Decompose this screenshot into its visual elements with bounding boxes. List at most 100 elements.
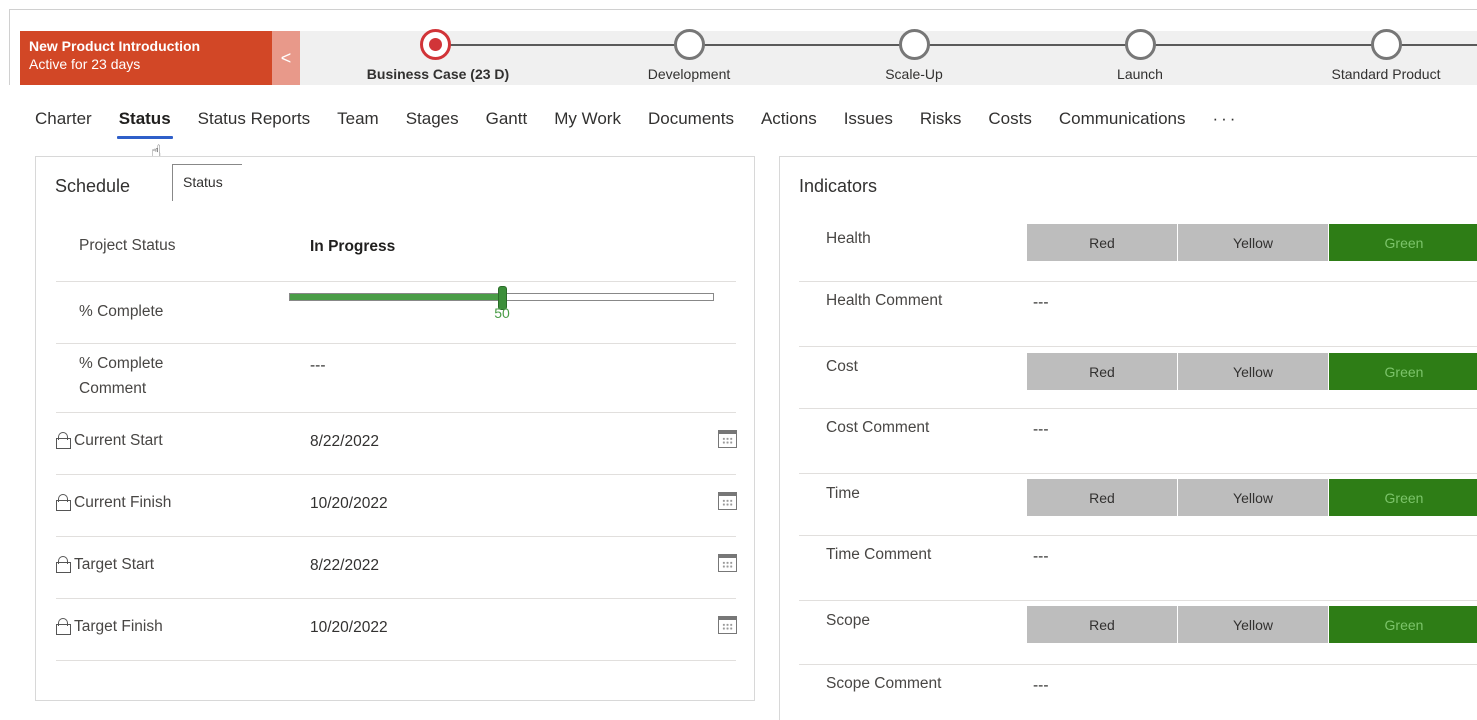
cost-comment-value[interactable]: --- bbox=[1033, 421, 1049, 439]
stage-node-launch[interactable] bbox=[1125, 29, 1156, 60]
current-start-label-text: Current Start bbox=[74, 432, 163, 449]
percent-comment-row: % Complete Comment --- bbox=[56, 344, 736, 413]
indicators-section: Indicators Health Red Yellow Green Healt… bbox=[779, 156, 1477, 720]
project-status-row: Project Status In Progress bbox=[56, 219, 736, 282]
health-option-yellow[interactable]: Yellow bbox=[1178, 224, 1328, 261]
scope-comment-value[interactable]: --- bbox=[1033, 677, 1049, 695]
health-comment-value[interactable]: --- bbox=[1033, 294, 1049, 312]
tab-status-reports[interactable]: Status Reports bbox=[198, 109, 310, 129]
process-name: New Product Introduction bbox=[29, 38, 201, 54]
stage-label-scale-up[interactable]: Scale-Up bbox=[885, 66, 943, 82]
tab-documents[interactable]: Documents bbox=[648, 109, 734, 129]
scope-toggle: Red Yellow Green bbox=[1027, 606, 1477, 643]
process-header[interactable]: New Product Introduction Active for 23 d… bbox=[20, 31, 272, 85]
tab-risks[interactable]: Risks bbox=[920, 109, 962, 129]
business-process-flow: New Product Introduction Active for 23 d… bbox=[9, 9, 1477, 85]
lock-icon bbox=[56, 618, 71, 635]
tab-actions[interactable]: Actions bbox=[761, 109, 817, 129]
time-toggle: Red Yellow Green bbox=[1027, 479, 1477, 516]
slider-value: 50 bbox=[494, 305, 510, 321]
stage-label-standard-product[interactable]: Standard Product bbox=[1332, 66, 1441, 82]
cost-option-yellow[interactable]: Yellow bbox=[1178, 353, 1328, 390]
stage-label-business-case[interactable]: Business Case (23 D) bbox=[367, 66, 509, 82]
stage-node-scale-up[interactable] bbox=[899, 29, 930, 60]
scope-comment-label: Scope Comment bbox=[826, 675, 942, 692]
cost-row: Cost Red Yellow Green bbox=[799, 347, 1477, 409]
current-finish-value[interactable]: 10/20/2022 bbox=[310, 495, 388, 513]
stage-node-business-case[interactable] bbox=[420, 29, 451, 60]
cost-comment-row: Cost Comment --- bbox=[799, 409, 1477, 474]
more-tabs-icon[interactable]: ··· bbox=[1212, 109, 1238, 129]
time-row: Time Red Yellow Green bbox=[799, 474, 1477, 536]
stage-label-launch[interactable]: Launch bbox=[1117, 66, 1163, 82]
health-comment-row: Health Comment --- bbox=[799, 282, 1477, 347]
time-option-green[interactable]: Green bbox=[1329, 479, 1477, 516]
scope-label: Scope bbox=[826, 612, 870, 629]
percent-comment-label-2: Comment bbox=[79, 380, 147, 397]
target-start-label-text: Target Start bbox=[74, 556, 155, 573]
indicators-title: Indicators bbox=[799, 176, 878, 196]
calendar-icon[interactable] bbox=[718, 492, 737, 510]
target-start-value[interactable]: 8/22/2022 bbox=[310, 557, 379, 575]
percent-comment-value[interactable]: --- bbox=[310, 357, 326, 375]
health-toggle: Red Yellow Green bbox=[1027, 224, 1477, 261]
tab-costs[interactable]: Costs bbox=[988, 109, 1031, 129]
stage-connector-line bbox=[446, 44, 1477, 46]
target-finish-label-text: Target Finish bbox=[74, 618, 163, 635]
current-start-value[interactable]: 8/22/2022 bbox=[310, 433, 379, 451]
time-option-yellow[interactable]: Yellow bbox=[1178, 479, 1328, 516]
tab-my-work[interactable]: My Work bbox=[554, 109, 621, 129]
slider-fill bbox=[290, 294, 502, 300]
tab-issues[interactable]: Issues bbox=[844, 109, 893, 129]
scope-comment-row: Scope Comment --- bbox=[799, 665, 1477, 720]
time-option-red[interactable]: Red bbox=[1027, 479, 1177, 516]
process-active-duration: Active for 23 days bbox=[29, 56, 141, 72]
time-label: Time bbox=[826, 485, 860, 502]
stage-label-development[interactable]: Development bbox=[648, 66, 731, 82]
time-comment-value[interactable]: --- bbox=[1033, 548, 1049, 566]
time-comment-label: Time Comment bbox=[826, 546, 932, 563]
scope-option-green[interactable]: Green bbox=[1329, 606, 1477, 643]
target-finish-row: Target Finish 10/20/2022 bbox=[56, 599, 737, 661]
target-start-row: Target Start 8/22/2022 bbox=[56, 537, 737, 599]
schedule-section: Schedule Status Project Status In Progre… bbox=[35, 156, 755, 701]
stage-node-standard-product[interactable] bbox=[1371, 29, 1402, 60]
tab-gantt[interactable]: Gantt bbox=[486, 109, 528, 129]
current-start-label: Current Start bbox=[56, 429, 163, 453]
target-finish-label: Target Finish bbox=[56, 615, 163, 639]
tab-stages[interactable]: Stages bbox=[406, 109, 459, 129]
calendar-icon[interactable] bbox=[718, 554, 737, 572]
health-row: Health Red Yellow Green bbox=[799, 219, 1477, 282]
target-finish-value[interactable]: 10/20/2022 bbox=[310, 619, 388, 637]
health-option-red[interactable]: Red bbox=[1027, 224, 1177, 261]
cost-label: Cost bbox=[826, 358, 858, 375]
percent-complete-slider[interactable] bbox=[289, 286, 714, 310]
health-option-green[interactable]: Green bbox=[1329, 224, 1477, 261]
calendar-icon[interactable] bbox=[718, 430, 737, 448]
tab-team[interactable]: Team bbox=[337, 109, 379, 129]
current-finish-label-text: Current Finish bbox=[74, 494, 172, 511]
tab-charter[interactable]: Charter bbox=[35, 109, 92, 129]
stage-node-development[interactable] bbox=[674, 29, 705, 60]
tab-status[interactable]: Status bbox=[116, 109, 173, 139]
scope-option-red[interactable]: Red bbox=[1027, 606, 1177, 643]
project-status-value[interactable]: In Progress bbox=[310, 238, 395, 256]
cost-option-red[interactable]: Red bbox=[1027, 353, 1177, 390]
percent-comment-label-1: % Complete bbox=[79, 355, 164, 372]
lock-icon bbox=[56, 432, 71, 449]
current-start-row: Current Start 8/22/2022 bbox=[56, 413, 737, 475]
cost-option-green[interactable]: Green bbox=[1329, 353, 1477, 390]
cost-comment-label: Cost Comment bbox=[826, 419, 930, 436]
scope-option-yellow[interactable]: Yellow bbox=[1178, 606, 1328, 643]
current-finish-row: Current Finish 10/20/2022 bbox=[56, 475, 737, 537]
project-status-label: Project Status bbox=[79, 237, 176, 254]
tab-communications[interactable]: Communications bbox=[1059, 109, 1186, 129]
collapse-chevron-icon[interactable]: < bbox=[272, 31, 300, 85]
cost-toggle: Red Yellow Green bbox=[1027, 353, 1477, 390]
schedule-title: Schedule bbox=[55, 176, 131, 196]
percent-complete-row: % Complete bbox=[56, 282, 736, 344]
scope-row: Scope Red Yellow Green bbox=[799, 601, 1477, 665]
calendar-icon[interactable] bbox=[718, 616, 737, 634]
form-tab-bar: Charter Status Status Reports Team Stage… bbox=[35, 104, 1265, 139]
lock-icon bbox=[56, 494, 71, 511]
